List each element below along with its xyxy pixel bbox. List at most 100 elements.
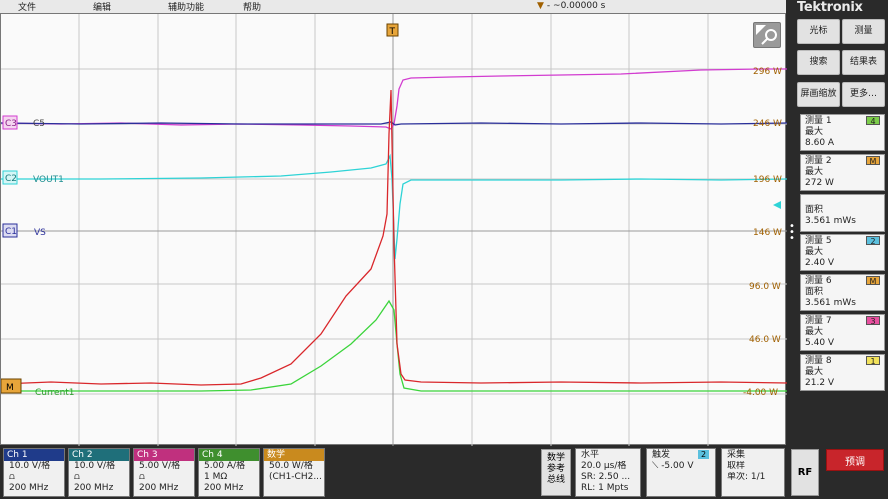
right-axis-labels: 296 W 246 W 196 W 146 W 96.0 W 46.0 W -4…	[743, 67, 782, 398]
acquisition-title: 采集	[722, 449, 784, 461]
measurement-2[interactable]: 测量 2M 最大 272 W	[800, 154, 885, 191]
ch2-scale: 10.0 V/格	[69, 461, 129, 472]
panel-handle-icon[interactable]: •••	[789, 224, 795, 242]
ch3-badge[interactable]: Ch 3 5.00 V/格 ⩍ 200 MHz	[133, 448, 195, 497]
ref-line-math: 数学	[542, 453, 570, 464]
meas-stat: 最大	[805, 327, 880, 338]
axis-label: 46.0 W	[749, 335, 781, 345]
ch2-marker[interactable]: C2	[3, 171, 17, 184]
zoom-button[interactable]	[753, 22, 781, 48]
trigger-marker-label: T	[389, 27, 396, 37]
math-marker[interactable]: M	[1, 379, 21, 393]
meas-stat: 面积	[805, 287, 880, 298]
axis-label: 196 W	[753, 175, 782, 185]
ch3-badge-title: Ch 3	[134, 449, 194, 461]
math-badge[interactable]: 数学 50.0 W/格 (CH1-CH2...	[263, 448, 325, 497]
waveform-plot: T C3 C5 C2 VOUT1	[1, 14, 787, 446]
menu-bar: 文件 编辑 辅助功能 帮助	[0, 0, 786, 13]
meas-stat: 最大	[805, 127, 880, 138]
axis-label: -4.00 W	[743, 388, 778, 398]
svg-text:C1: C1	[5, 227, 17, 237]
svg-text:M: M	[6, 383, 14, 393]
search-button[interactable]: 搜索	[797, 50, 840, 75]
measurement-5[interactable]: 测量 52 最大 2.40 V	[800, 234, 885, 271]
trigger-badge[interactable]: 触发2 ⟍ -5.00 V	[646, 448, 716, 497]
math-trace	[1, 90, 787, 385]
trigger-position-readout[interactable]: ▼- ~0.00000 s	[537, 0, 605, 13]
axis-label: 146 W	[753, 228, 782, 238]
ref-line-bus: 总线	[542, 475, 570, 486]
horizontal-title: 水平	[576, 449, 640, 461]
meas-value: 3.561 mWs	[805, 216, 880, 227]
ch3-marker[interactable]: C3	[3, 116, 17, 129]
meas-title: 测量 2	[805, 156, 832, 167]
add-math-ref-bus-button[interactable]: 数学 参考 总线	[541, 449, 571, 496]
svg-text:C3: C3	[5, 119, 17, 129]
menu-help[interactable]: 帮助	[225, 0, 300, 13]
measure-button[interactable]: 测量	[842, 19, 885, 44]
plot-zoom-button[interactable]: 屏画缩放	[797, 82, 840, 107]
current1-label: Current1	[35, 388, 75, 398]
c5-label: C5	[33, 119, 45, 129]
menu-file[interactable]: 文件	[0, 0, 75, 13]
meas-title: 测量 7	[805, 316, 832, 327]
ch4-badge[interactable]: Ch 4 5.00 A/格 1 MΩ 200 MHz	[198, 448, 260, 497]
math-expression: (CH1-CH2...	[264, 472, 324, 483]
meas-source-badge: 3	[866, 316, 880, 325]
meas-title: 测量 8	[805, 356, 832, 367]
record-length: RL: 1 Mpts	[576, 483, 640, 494]
ch2-coupling-icon: ⩍	[69, 472, 129, 483]
measurement-6[interactable]: 测量 6M 面积 3.561 mWs	[800, 274, 885, 311]
measurement-8[interactable]: 测量 81 最大 21.2 V	[800, 354, 885, 391]
acquisition-mode: 取样	[722, 461, 784, 472]
measurement-7[interactable]: 测量 7 3 最大 5.40 V	[800, 314, 885, 351]
ch3-bandwidth: 200 MHz	[134, 483, 194, 494]
ch4-scale: 5.00 A/格	[199, 461, 259, 472]
results-table-button[interactable]: 结果表	[842, 50, 885, 75]
cursor-button[interactable]: 光标	[797, 19, 840, 44]
ref-line-ref: 参考	[542, 464, 570, 475]
brand-logo: Tektronix	[797, 0, 863, 15]
ch4-termination: 1 MΩ	[199, 472, 259, 483]
menu-edit[interactable]: 编辑	[75, 0, 150, 13]
acquisition-badge[interactable]: 采集 取样 单次: 1/1	[721, 448, 785, 497]
ch4-badge-title: Ch 4	[199, 449, 259, 461]
axis-label: 296 W	[753, 67, 782, 77]
ch2-bandwidth: 200 MHz	[69, 483, 129, 494]
more-button[interactable]: 更多…	[842, 82, 885, 107]
scope-screen: 文件 编辑 辅助功能 帮助 ▼- ~0.00000 s	[0, 0, 888, 499]
menu-utility[interactable]: 辅助功能	[150, 0, 225, 13]
measurement-1[interactable]: 测量 14 最大 8.60 A	[800, 114, 885, 151]
trigger-source-tag: 2	[698, 450, 709, 459]
meas-source-badge: 1	[866, 356, 880, 365]
ch2-badge[interactable]: Ch 2 10.0 V/格 ⩍ 200 MHz	[68, 448, 130, 497]
trigger-marker[interactable]: T	[387, 24, 398, 37]
measurement-area[interactable]: 面积 3.561 mWs	[800, 194, 885, 232]
math-badge-title: 数学	[264, 449, 324, 461]
ch1-badge-title: Ch 1	[4, 449, 64, 461]
trigger-position-icon: ▼	[537, 1, 544, 11]
meas-stat: 面积	[805, 205, 880, 216]
meas-title: 测量 6	[805, 276, 832, 287]
ch3-coupling-icon: ⩍	[134, 472, 194, 483]
vs-label: VS	[34, 228, 46, 238]
sample-rate: SR: 2.50 ...	[576, 472, 640, 483]
meas-value: 8.60 A	[805, 138, 880, 149]
ch1-scale: 10.0 V/格	[4, 461, 64, 472]
rf-button[interactable]: RF	[791, 449, 819, 496]
meas-title: 测量 1	[805, 116, 832, 127]
acquisition-count: 单次: 1/1	[722, 472, 784, 483]
ch3-trace	[1, 69, 787, 129]
meas-value: 5.40 V	[805, 338, 880, 349]
ch1-marker[interactable]: C1	[3, 224, 17, 237]
meas-value: 3.561 mWs	[805, 298, 880, 309]
ch1-badge[interactable]: Ch 1 10.0 V/格 ⩍ 200 MHz	[3, 448, 65, 497]
meas-stat: 最大	[805, 167, 880, 178]
axis-label: 96.0 W	[749, 282, 781, 292]
run-button[interactable]: 预调	[826, 449, 884, 471]
waveform-graticule[interactable]: T C3 C5 C2 VOUT1	[0, 13, 786, 445]
meas-source-badge: M	[866, 156, 880, 165]
ch4-trace	[1, 301, 787, 391]
ch2-level-arrow-icon[interactable]	[773, 201, 781, 209]
horizontal-badge[interactable]: 水平 20.0 µs/格 SR: 2.50 ... RL: 1 Mpts	[575, 448, 641, 497]
